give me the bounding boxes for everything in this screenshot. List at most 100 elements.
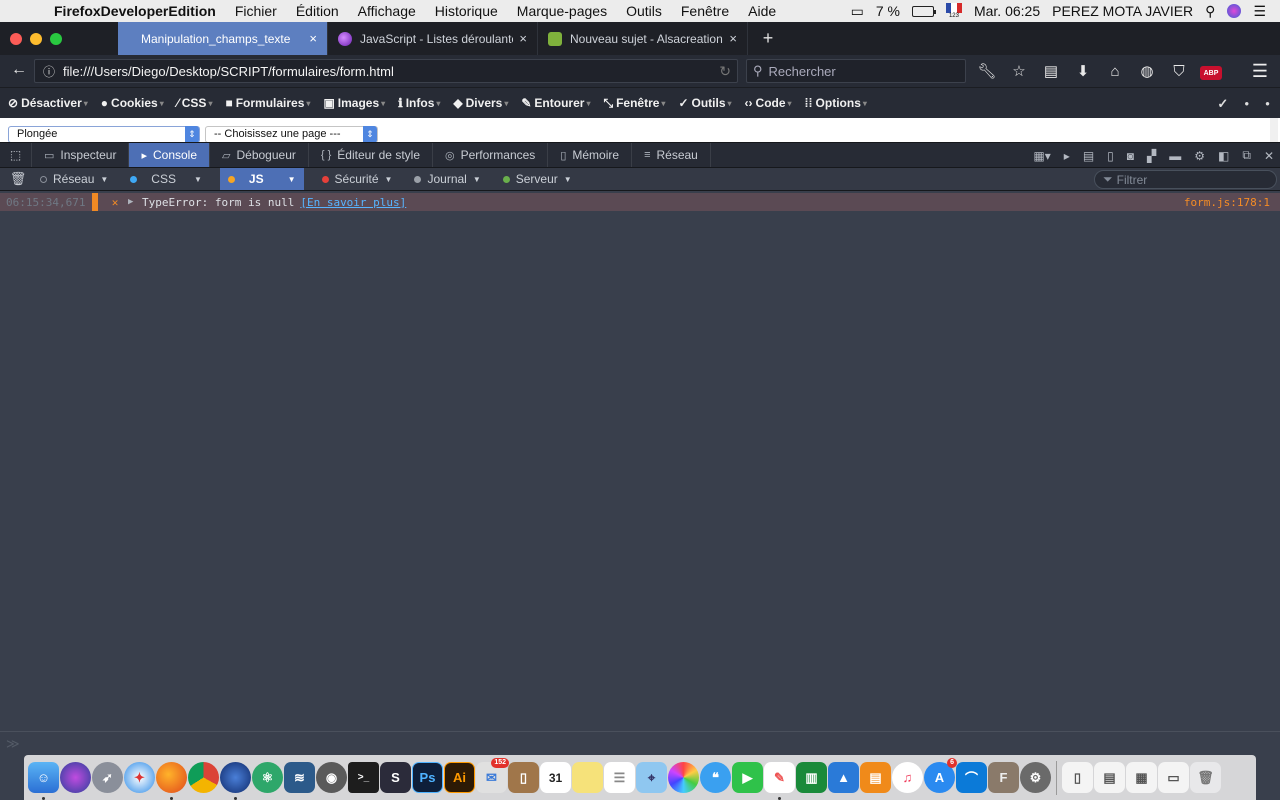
bookmark-star-icon[interactable]: ☆: [1008, 62, 1030, 80]
measure-icon[interactable]: ▬: [1169, 149, 1181, 163]
notes-app-icon[interactable]: [572, 762, 603, 793]
siri-icon[interactable]: [1227, 4, 1242, 18]
menu-marque-pages[interactable]: Marque-pages: [517, 3, 607, 19]
menu-edition[interactable]: Édition: [296, 3, 339, 19]
mysql-workbench-icon[interactable]: ≋: [284, 762, 315, 793]
terminal-icon[interactable]: >_: [348, 762, 379, 793]
console-error-row[interactable]: 06:15:34,671 ✕ ▶ TypeError: form is null…: [0, 193, 1280, 211]
activity-select[interactable]: Plongée ⇕: [8, 126, 200, 143]
system-preferences-icon[interactable]: ⚙: [1020, 762, 1051, 793]
webdev-infos-menu[interactable]: ℹ Infos ▾: [398, 96, 440, 110]
webdev-fenetre-menu[interactable]: ⤡ Fenêtre ▾: [603, 96, 665, 111]
filter-css[interactable]: CSS ▼: [126, 168, 206, 190]
back-arrow-icon[interactable]: ←: [4, 61, 34, 79]
webdev-desactiver-menu[interactable]: ⊘ Désactiver ▾: [8, 96, 88, 110]
siri-icon[interactable]: [60, 762, 91, 793]
downloads-icon[interactable]: ⬇: [1072, 62, 1094, 80]
webdev-divers-menu[interactable]: ◆ Divers ▾: [453, 96, 508, 110]
status-dot-icon[interactable]: ●: [1244, 99, 1249, 108]
keynote-icon[interactable]: ▲: [828, 762, 859, 793]
page-scrollbar[interactable]: [1270, 118, 1278, 142]
filter-js[interactable]: JS ▼: [219, 168, 304, 190]
firefox-developer-edition-icon[interactable]: [220, 762, 251, 800]
contacts-icon[interactable]: ▯: [508, 762, 539, 793]
site-info-icon[interactable]: ⓘ: [35, 63, 63, 80]
search-input[interactable]: ⚲ Rechercher: [746, 59, 966, 83]
filter-serveur[interactable]: Serveur ▼: [499, 168, 576, 190]
filezilla-icon[interactable]: ⌒: [956, 762, 987, 793]
input-source-flag-icon[interactable]: 123: [945, 3, 962, 19]
settings-gear-icon[interactable]: ⚙: [1194, 149, 1205, 163]
illustrator-icon[interactable]: Ai: [444, 762, 475, 793]
adblock-plus-icon[interactable]: ABP: [1200, 62, 1222, 81]
status-dot-icon[interactable]: ●: [1265, 99, 1270, 108]
pocket-icon[interactable]: ⛉: [1168, 63, 1190, 80]
webdev-outils-menu[interactable]: ✓ Outils ▾: [678, 96, 731, 110]
responsive-mode-icon[interactable]: ▯: [1107, 149, 1114, 163]
notes-icon[interactable]: ▤: [1083, 149, 1094, 163]
reload-icon[interactable]: ↻: [719, 63, 731, 80]
dock-side-icon[interactable]: ◧: [1218, 149, 1229, 163]
trash-icon[interactable]: 🗑︎: [1190, 762, 1221, 793]
itunes-icon[interactable]: ♫: [892, 762, 923, 793]
facetime-icon[interactable]: ▶: [732, 762, 763, 793]
sublime-text-icon[interactable]: S: [380, 762, 411, 793]
firefox-icon[interactable]: [156, 762, 187, 800]
rulers-icon[interactable]: ▞: [1147, 149, 1156, 163]
airplay-icon[interactable]: ▭: [851, 3, 864, 20]
globe-icon[interactable]: ◍: [1136, 62, 1158, 80]
photos-icon[interactable]: [668, 762, 699, 793]
menu-fenetre[interactable]: Fenêtre: [681, 3, 729, 19]
launchpad-rocket-icon[interactable]: ➶: [92, 762, 123, 793]
webdev-entourer-menu[interactable]: ✎ Entourer ▾: [521, 96, 590, 110]
user-name[interactable]: PEREZ MOTA JAVIER: [1052, 3, 1193, 19]
tab-performances[interactable]: ◎ Performances: [433, 143, 549, 167]
filter-securite[interactable]: Sécurité ▼: [318, 168, 397, 190]
zoom-window-button[interactable]: [50, 32, 62, 45]
calendar-icon[interactable]: 31: [540, 762, 571, 793]
close-devtools-icon[interactable]: ✕: [1264, 149, 1274, 163]
wrench-icon[interactable]: 🔧︎: [976, 62, 998, 80]
undock-window-icon[interactable]: ⧉: [1242, 148, 1251, 163]
notification-center-icon[interactable]: ☰: [1253, 3, 1266, 20]
numbers-icon[interactable]: ▥: [796, 762, 827, 793]
ibooks-icon[interactable]: ▤: [860, 762, 891, 793]
menu-affichage[interactable]: Affichage: [358, 3, 416, 19]
menu-aide[interactable]: Aide: [748, 3, 776, 19]
webdev-css-menu[interactable]: ⁄ CSS ▾: [177, 96, 213, 110]
clear-console-trash-icon[interactable]: 🗑︎: [0, 171, 36, 187]
console-filter-input[interactable]: ⏷ Filtrer: [1094, 170, 1277, 189]
learn-more-link[interactable]: [En savoir plus]: [300, 196, 406, 209]
frame-select-icon[interactable]: ▦▾: [1033, 149, 1050, 163]
maps-icon[interactable]: ⌖: [636, 762, 667, 793]
tab-inspecteur[interactable]: ▭ Inspecteur: [32, 143, 130, 167]
console-input[interactable]: ≫: [0, 731, 1280, 755]
webdev-images-menu[interactable]: ▣ Images ▾: [323, 96, 385, 110]
app-store-icon[interactable]: A6: [924, 758, 957, 793]
validation-check-icon[interactable]: ✓: [1217, 96, 1228, 112]
tab-manipulation-champs-texte[interactable]: Manipulation_champs_texte ×: [118, 22, 328, 55]
reminders-icon[interactable]: ☰: [604, 762, 635, 793]
clock[interactable]: Mar. 06:25: [974, 3, 1040, 19]
tab-javascript-listes[interactable]: JavaScript - Listes déroulante ×: [328, 22, 538, 55]
screenshot-icon[interactable]: ◙: [1127, 149, 1134, 163]
webdev-cookies-menu[interactable]: ● Cookies ▾: [101, 96, 164, 110]
spotlight-search-icon[interactable]: ⚲: [1205, 3, 1215, 20]
close-tab-icon[interactable]: ×: [519, 31, 527, 46]
tab-debogueur[interactable]: ▱ Débogueur: [210, 143, 309, 167]
expand-triangle-icon[interactable]: ▶: [128, 197, 142, 207]
scratchpad-icon[interactable]: ▸: [1064, 149, 1070, 163]
close-tab-icon[interactable]: ×: [729, 31, 737, 46]
messages-icon[interactable]: ❝: [700, 762, 731, 793]
close-window-button[interactable]: [10, 32, 22, 45]
element-picker-icon[interactable]: ⬚: [0, 143, 32, 167]
atom-editor-icon[interactable]: ⚛: [252, 762, 283, 793]
menu-fichier[interactable]: Fichier: [235, 3, 277, 19]
finder-icon[interactable]: ☺: [28, 762, 59, 800]
mail-stamp-icon[interactable]: ✉ 152: [476, 758, 509, 793]
minimize-window-button[interactable]: [30, 32, 42, 45]
safari-compass-icon[interactable]: ✦: [124, 762, 155, 793]
screenshot-stack-icon[interactable]: ▭: [1158, 762, 1189, 793]
log-source-location-link[interactable]: form.js:178:1: [1184, 196, 1270, 209]
webdev-options-menu[interactable]: ⁞⁞ Options ▾: [805, 96, 867, 110]
